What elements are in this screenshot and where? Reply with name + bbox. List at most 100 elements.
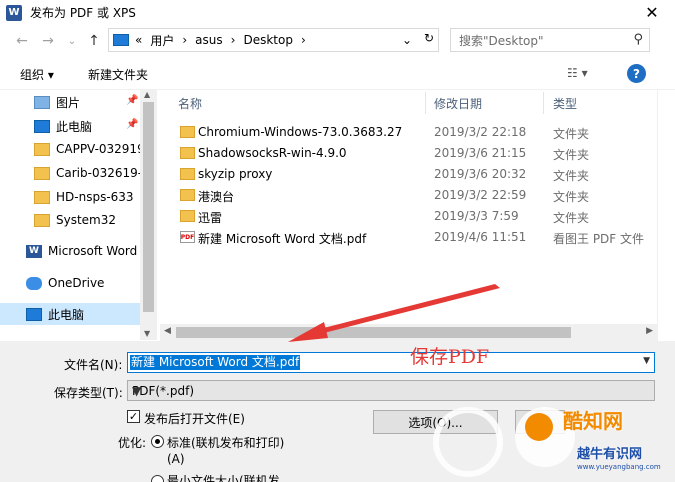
recent-locations-button[interactable]: ⌄ <box>62 31 82 51</box>
column-divider[interactable] <box>425 92 426 114</box>
file-modified: 2019/3/2 22:59 <box>434 188 527 202</box>
refresh-icon[interactable]: ↻ <box>424 31 434 45</box>
open-after-publish-label[interactable]: 发布后打开文件(E) <box>144 410 245 427</box>
pictures-icon <box>34 95 50 109</box>
organize-menu[interactable]: 组织 ▾ <box>20 66 54 83</box>
nav-item-hd-nsps[interactable]: HD-nsps-633 <box>0 186 140 208</box>
pdf-file-icon: PDF <box>180 231 195 243</box>
column-header-modified[interactable]: 修改日期 <box>434 90 482 116</box>
column-header-type[interactable]: 类型 <box>553 90 577 116</box>
folder-icon <box>180 189 195 201</box>
file-row-gangaotai[interactable]: 港澳台 2019/3/2 22:59 文件夹 <box>162 185 657 206</box>
file-type: 文件夹 <box>553 148 590 162</box>
address-box[interactable]: « 用户 › asus › Desktop › ⌄ ↻ <box>108 28 439 52</box>
file-row-chromium[interactable]: Chromium-Windows-73.0.3683.27 2019/3/2 2… <box>162 122 657 143</box>
breadcrumb-asus[interactable]: asus <box>195 33 222 47</box>
close-button[interactable]: ✕ <box>629 0 675 25</box>
file-modified: 2019/3/6 20:32 <box>434 167 527 181</box>
address-dropdown-icon[interactable]: ⌄ <box>402 33 412 47</box>
optimize-minimum-label[interactable]: 最小文件大小(联机发 <box>167 472 280 482</box>
watermark-url: www.yueyangbang.com <box>577 463 661 471</box>
nav-item-system32[interactable]: System32 <box>0 209 140 231</box>
forward-button[interactable]: → <box>38 31 58 51</box>
nav-item-onedrive[interactable]: OneDrive <box>0 272 140 294</box>
file-type: 文件夹 <box>553 211 590 225</box>
nav-item-label: OneDrive <box>48 276 105 290</box>
scroll-right-icon[interactable]: ▶ <box>646 326 653 336</box>
file-modified: 2019/4/6 11:51 <box>434 230 527 244</box>
view-options-button[interactable]: ☷ ▾ <box>567 66 588 80</box>
nav-item-this-pc-quick[interactable]: 此电脑 📌 <box>0 115 140 137</box>
column-header-name[interactable]: 名称 <box>178 90 202 116</box>
file-type: 看图王 PDF 文件 <box>553 232 645 246</box>
chevron-down-icon: ⌄ <box>67 35 77 47</box>
file-name: skyzip proxy <box>198 167 273 181</box>
watermark-badge <box>525 413 553 441</box>
optimize-standard-suffix: (A) <box>167 452 185 466</box>
up-arrow-icon: ↑ <box>88 33 100 49</box>
nav-item-label: System32 <box>56 213 117 227</box>
nav-item-carib[interactable]: Carib-032619-8 <box>0 162 150 184</box>
file-row-skyzip[interactable]: skyzip proxy 2019/3/6 20:32 文件夹 <box>162 164 657 185</box>
file-name: 新建 Microsoft Word 文档.pdf <box>198 232 367 246</box>
file-type: 文件夹 <box>553 190 590 204</box>
file-modified: 2019/3/6 21:15 <box>434 146 527 160</box>
file-modified: 2019/3/3 7:59 <box>434 209 519 223</box>
watermark-brand: 酷知网 <box>563 409 623 433</box>
breadcrumb-separator: › <box>230 33 236 47</box>
nav-item-pictures[interactable]: 图片 📌 <box>0 91 140 113</box>
open-after-publish-checkbox[interactable]: ✓ <box>127 410 140 423</box>
search-input[interactable]: 搜索"Desktop" ⚲ <box>450 28 650 52</box>
word-app-icon: W <box>6 4 22 21</box>
breadcrumb-desktop[interactable]: Desktop <box>243 33 293 47</box>
nav-item-this-pc[interactable]: 此电脑 <box>0 303 140 325</box>
pc-icon <box>34 119 50 133</box>
folder-icon <box>180 210 195 222</box>
nav-item-label: 图片 <box>56 95 81 110</box>
watermark: 酷知网 越牛有识网 www.yueyangbang.com <box>425 395 675 482</box>
folder-icon <box>34 142 50 156</box>
file-name: 迅雷 <box>198 211 223 225</box>
file-name: ShadowsocksR-win-4.9.0 <box>198 146 347 160</box>
nav-item-microsoft-word[interactable]: W Microsoft Word <box>0 240 140 262</box>
scroll-down-icon[interactable]: ▼ <box>144 329 150 338</box>
folder-icon <box>34 190 50 204</box>
column-divider[interactable] <box>543 92 544 114</box>
filetype-label: 保存类型(T): <box>54 386 123 400</box>
optimize-standard-radio[interactable] <box>151 435 164 448</box>
back-arrow-icon: ← <box>16 33 28 49</box>
file-name: 港澳台 <box>198 190 235 204</box>
scroll-left-icon[interactable]: ◀ <box>164 326 171 336</box>
optimize-minimum-radio[interactable] <box>151 475 164 482</box>
nav-item-cappv[interactable]: CAPPV-032919_ <box>0 138 151 160</box>
pin-icon: 📌 <box>126 119 139 130</box>
nav-item-label: Microsoft Word <box>48 244 138 258</box>
folder-icon <box>34 166 50 180</box>
navigation-pane: 图片 📌 此电脑 📌 CAPPV-032919_ Carib-032619-8 … <box>0 90 157 340</box>
annotation-arrow <box>288 284 500 342</box>
command-bar: 组织 ▾ 新建文件夹 ☷ ▾ ? <box>0 58 675 90</box>
scroll-up-icon[interactable]: ▲ <box>144 90 150 99</box>
back-button[interactable]: ← <box>12 31 32 51</box>
search-placeholder: 搜索"Desktop" <box>459 33 544 48</box>
nav-item-label: Carib-032619-8 <box>56 166 150 180</box>
help-icon[interactable]: ? <box>627 64 646 83</box>
close-icon: ✕ <box>645 3 659 22</box>
scroll-thumb[interactable] <box>143 102 154 312</box>
chevron-down-icon[interactable]: ▼ <box>643 356 650 366</box>
filename-field[interactable]: 新建 Microsoft Word 文档.pdf ▼ <box>127 352 655 373</box>
new-folder-button[interactable]: 新建文件夹 <box>88 66 148 83</box>
word-icon: W <box>26 244 42 258</box>
search-icon[interactable]: ⚲ <box>633 32 643 47</box>
file-row-xunlei[interactable]: 迅雷 2019/3/3 7:59 文件夹 <box>162 206 657 227</box>
breadcrumb-users[interactable]: 用户 <box>150 32 174 49</box>
nav-scrollbar[interactable]: ▲ ▼ <box>140 90 157 340</box>
arrow-shaft <box>316 284 500 334</box>
folder-icon <box>34 213 50 227</box>
optimize-standard-label[interactable]: 标准(联机发布和打印) <box>167 434 284 451</box>
breadcrumb-overflow[interactable]: « <box>135 33 142 47</box>
file-row-word-pdf[interactable]: PDF 新建 Microsoft Word 文档.pdf 2019/4/6 11… <box>162 227 657 248</box>
file-type: 文件夹 <box>553 127 590 141</box>
file-row-shadowsocksr[interactable]: ShadowsocksR-win-4.9.0 2019/3/6 21:15 文件… <box>162 143 657 164</box>
up-button[interactable]: ↑ <box>84 31 104 51</box>
